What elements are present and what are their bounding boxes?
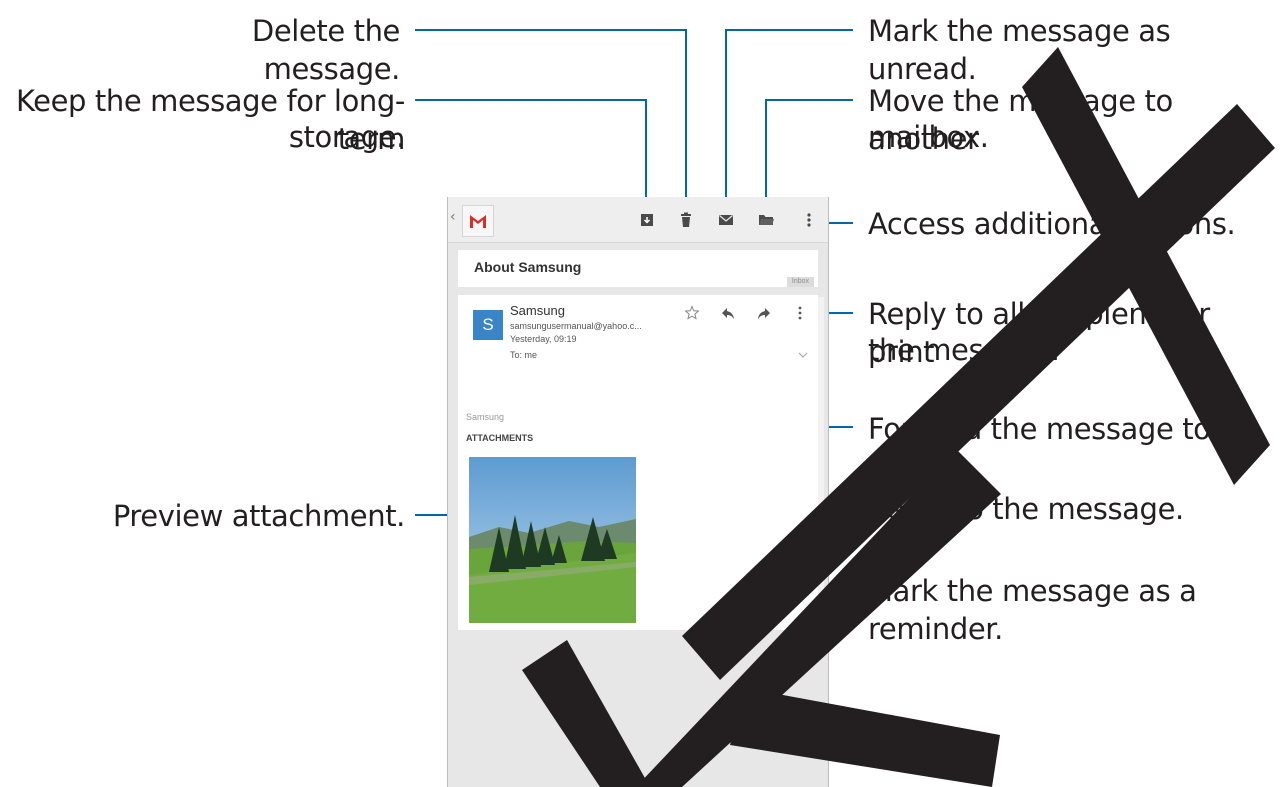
- subject-card: About Samsung Inbox: [458, 250, 818, 287]
- leader-line-unread: [725, 29, 853, 31]
- message-recipient: To: me: [510, 350, 538, 360]
- folder-icon[interactable]: [757, 211, 775, 229]
- email-subject: About Samsung: [474, 259, 582, 275]
- callout-forward: Forward the message to others.: [868, 412, 1211, 484]
- callout-delete: Delete the message.: [251, 14, 401, 86]
- callout-reply: Reply to the message.: [868, 492, 1184, 526]
- archive-icon[interactable]: [638, 211, 656, 229]
- callout-unread: Mark the message as unread.: [868, 14, 1171, 86]
- reply-icon[interactable]: [720, 305, 736, 321]
- attachments-header: ATTACHMENTS: [466, 433, 534, 443]
- callout-preview: Preview attachment.: [112, 499, 406, 533]
- forward-icon[interactable]: [756, 305, 772, 321]
- trash-icon[interactable]: [677, 211, 695, 229]
- scrollbar[interactable]: [818, 297, 824, 627]
- message-body: Samsung: [466, 412, 505, 422]
- leader-line-archive-drop: [645, 99, 647, 213]
- callout-star: Mark the message as a reminder.: [868, 574, 1197, 646]
- star-outline-icon[interactable]: [684, 305, 700, 321]
- sender-avatar[interactable]: S: [473, 310, 503, 340]
- action-bar: ‹: [448, 197, 828, 243]
- message-time: Yesterday, 09:19: [510, 334, 577, 344]
- email-screen: ‹ About Samsung Inbox S Samsung samsungu…: [447, 197, 829, 787]
- back-chevron-icon[interactable]: ‹: [450, 209, 456, 225]
- leader-line-archive: [415, 99, 647, 101]
- gmail-logo[interactable]: [462, 205, 494, 237]
- callout-more-options: Access additional options.: [868, 207, 1236, 241]
- inbox-label-badge[interactable]: Inbox: [786, 277, 814, 287]
- callout-move-line2: mailbox.: [868, 120, 989, 154]
- sender-name: Samsung: [510, 303, 565, 318]
- sender-address: samsungusermanual@yahoo.c...: [510, 321, 642, 331]
- chevron-down-icon[interactable]: [798, 351, 808, 362]
- leader-line-unread-drop: [725, 29, 727, 213]
- leader-line-move: [765, 99, 853, 101]
- message-overflow-menu-icon[interactable]: [792, 305, 808, 321]
- overflow-menu-icon[interactable]: [800, 211, 818, 229]
- leader-line-delete: [415, 29, 687, 31]
- attachment-preview[interactable]: [469, 457, 636, 623]
- callout-archive-line2: storage.: [288, 120, 406, 154]
- envelope-icon[interactable]: [717, 211, 735, 229]
- message-card: S Samsung samsungusermanual@yahoo.c... Y…: [458, 295, 818, 630]
- callout-reply-all-line2: the message.: [868, 333, 1060, 367]
- leader-line-move-drop: [765, 99, 767, 213]
- leader-line-delete-drop: [685, 29, 687, 213]
